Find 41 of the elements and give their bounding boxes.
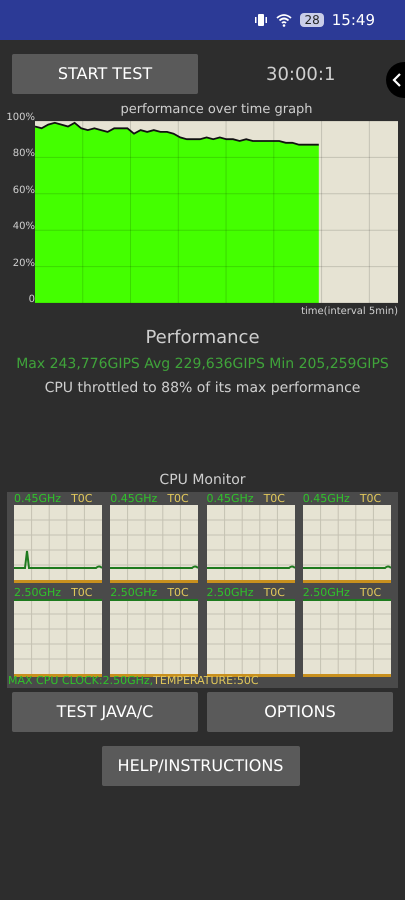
core-clock: 0.45GHz	[110, 492, 158, 505]
chevron-left-icon	[392, 73, 401, 87]
core-temperature: T0C	[167, 586, 189, 599]
core-temperature: T0C	[264, 586, 285, 599]
core-clock: 2.50GHz	[110, 586, 158, 599]
cpu-monitor-title: CPU Monitor	[159, 471, 246, 490]
performance-stats: Max 243,776GIPS Avg 229,636GIPS Min 205,259GIPS	[16, 355, 389, 374]
side-panel-toggle[interactable]	[386, 62, 405, 98]
battery-level: 28	[300, 13, 324, 27]
core-temperature: T0C	[264, 492, 285, 505]
temperature-reading: TEMPERATURE:50C	[153, 674, 259, 687]
max-cpu-clock: MAX CPU CLOCK:2.50GHz,	[8, 674, 154, 687]
timer: 30:00:1	[266, 62, 336, 86]
core-temperature: T0C	[167, 492, 189, 505]
core-clock: 0.45GHz	[302, 492, 350, 505]
clock: 15:49	[332, 10, 375, 31]
y-tick-label: 20%	[12, 258, 35, 270]
core-clock: 2.50GHz	[302, 586, 350, 599]
core-temperature: T0C	[71, 586, 92, 599]
throttle-message: CPU throttled to 88% of its max performance	[44, 379, 360, 398]
x-axis-label: time(interval 5min)	[301, 306, 398, 318]
core-clock: 2.50GHz	[14, 586, 62, 599]
core-clock: 0.45GHz	[14, 492, 62, 505]
core-clock: 2.50GHz	[206, 586, 254, 599]
test-java-c-button[interactable]: TEST JAVA/C	[12, 692, 198, 732]
vibrate-icon	[254, 14, 268, 26]
core-temperature: T0C	[360, 586, 382, 599]
performance-title: Performance	[145, 326, 260, 350]
y-tick-label: 0	[28, 294, 35, 306]
y-tick-label: 60%	[12, 184, 35, 197]
y-tick-label: 80%	[12, 148, 35, 160]
options-button[interactable]: OPTIONS	[207, 692, 393, 732]
start-test-button[interactable]: START TEST	[12, 54, 198, 94]
y-tick-label: 40%	[12, 221, 35, 234]
core-temperature: T0C	[71, 492, 92, 505]
core-temperature: T0C	[360, 492, 382, 505]
chart-title: performance over time graph	[119, 102, 314, 118]
y-tick-label: 100%	[6, 112, 35, 124]
wifi-icon	[276, 14, 292, 26]
help-instructions-button[interactable]: HELP/INSTRUCTIONS	[102, 746, 300, 786]
core-clock: 0.45GHz	[206, 492, 254, 505]
